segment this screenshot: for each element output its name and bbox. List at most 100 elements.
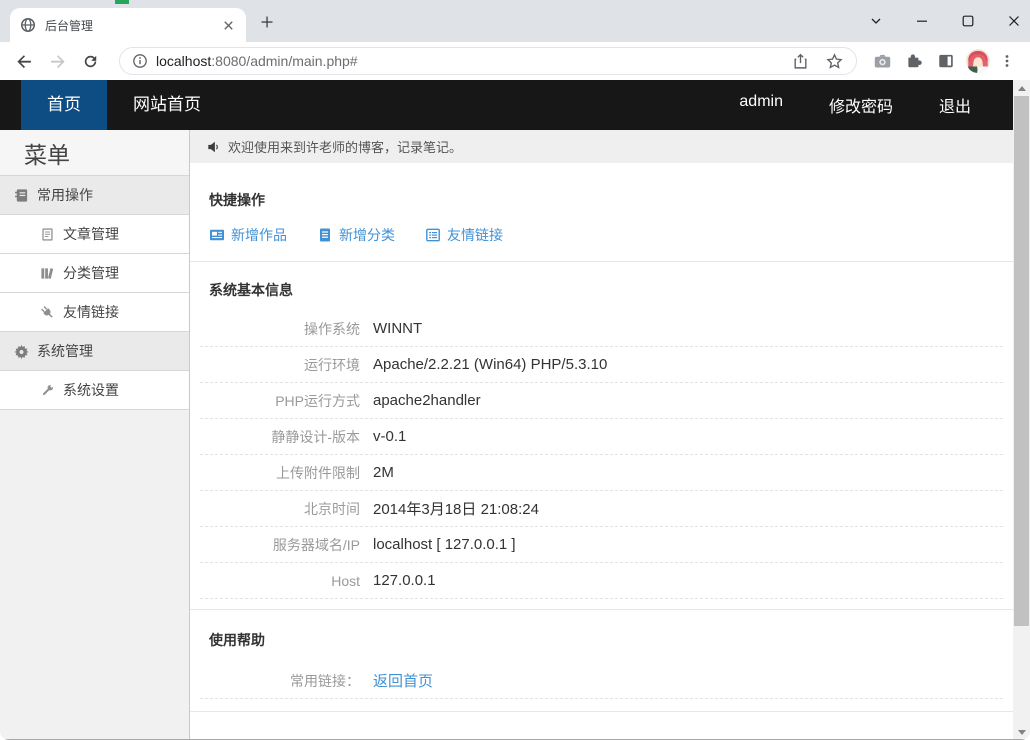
sidebar-item-label: 分类管理: [63, 263, 119, 283]
topnav-item-site-home[interactable]: 网站首页: [107, 80, 227, 130]
back-to-home-link[interactable]: 返回首页: [373, 670, 433, 691]
help-table: 常用链接： 返回首页: [190, 663, 1013, 699]
info-row-upload-limit: 上传附件限制 2M: [200, 455, 1003, 491]
wrench-icon: [40, 383, 55, 398]
maximize-icon[interactable]: [959, 12, 977, 30]
sidebar-item-friendly-links[interactable]: 友情链接: [0, 293, 189, 332]
topnav-item-home[interactable]: 首页: [21, 80, 107, 130]
info-row-os: 操作系统 WINNT: [200, 311, 1003, 347]
recording-indicator: [115, 0, 129, 4]
browser-window: 后台管理: [0, 0, 1030, 740]
sidebar-item-category-management[interactable]: 分类管理: [0, 254, 189, 293]
info-label: Host: [200, 573, 360, 589]
info-row-server-domain: 服务器域名/IP localhost [ 127.0.0.1 ]: [200, 527, 1003, 563]
tab-close-icon[interactable]: [221, 18, 236, 33]
page-viewport: 首页 网站首页 admin 修改密码 退出 菜单 常用操作: [0, 80, 1030, 740]
profile-avatar[interactable]: [966, 49, 990, 73]
gear-icon: [14, 344, 29, 359]
share-icon[interactable]: [790, 51, 810, 71]
info-label: 常用链接：: [200, 671, 360, 691]
quick-link-label: 新增作品: [231, 225, 287, 245]
section-divider: [190, 711, 1013, 712]
admin-topnav: 首页 网站首页 admin 修改密码 退出: [0, 80, 1013, 130]
form-icon: [425, 227, 441, 243]
quick-link-label: 新增分类: [339, 225, 395, 245]
forward-icon[interactable]: [45, 49, 69, 73]
info-value: localhost [ 127.0.0.1 ]: [373, 536, 516, 553]
info-row-php-mode: PHP运行方式 apache2handler: [200, 383, 1003, 419]
scrollbar-up-arrow-icon[interactable]: [1013, 80, 1030, 96]
quick-operations-title: 快捷操作: [190, 190, 1013, 210]
sidebar-item-article-management[interactable]: 文章管理: [0, 215, 189, 254]
topnav-username[interactable]: admin: [739, 93, 783, 117]
side-panel-icon[interactable]: [934, 49, 958, 73]
system-info-title: 系统基本信息: [190, 280, 1013, 300]
plug-icon: [40, 305, 55, 320]
main-content: 欢迎使用来到许老师的博客，记录笔记。 快捷操作 新增作品 新增分类: [190, 130, 1013, 740]
info-label: 操作系统: [200, 319, 360, 339]
books-icon: [40, 266, 55, 281]
scrollbar-down-arrow-icon[interactable]: [1013, 724, 1030, 740]
file-icon: [317, 227, 333, 243]
info-row-environment: 运行环境 Apache/2.2.21 (Win64) PHP/5.3.10: [200, 347, 1003, 383]
info-label: 北京时间: [200, 499, 360, 519]
bookmark-star-icon[interactable]: [824, 51, 844, 71]
camera-extension-icon[interactable]: [870, 49, 894, 73]
browser-titlebar: 后台管理: [0, 0, 1030, 42]
browser-tab[interactable]: 后台管理: [10, 8, 246, 42]
sidebar-item-label: 文章管理: [63, 224, 119, 244]
info-label: 上传附件限制: [200, 463, 360, 483]
info-value: 2014年3月18日 21:08:24: [373, 498, 539, 519]
page-scrollbar[interactable]: [1013, 80, 1030, 740]
info-row-beijing-time: 北京时间 2014年3月18日 21:08:24: [200, 491, 1003, 527]
quick-links-row: 新增作品 新增分类 友情链接: [190, 225, 1013, 245]
info-value: 2M: [373, 464, 394, 481]
sidebar-menu: 菜单 常用操作 文章管理 分类管理: [0, 130, 190, 740]
scrollbar-thumb[interactable]: [1014, 96, 1029, 626]
sidebar-item-label: 系统设置: [63, 380, 119, 400]
back-icon[interactable]: [12, 49, 36, 73]
info-label: 运行环境: [200, 355, 360, 375]
info-value: Apache/2.2.21 (Win64) PHP/5.3.10: [373, 356, 607, 373]
welcome-bar: 欢迎使用来到许老师的博客，记录笔记。: [190, 130, 1013, 163]
system-info-table: 操作系统 WINNT 运行环境 Apache/2.2.21 (Win64) PH…: [190, 311, 1013, 599]
globe-favicon-icon: [20, 17, 36, 33]
document-icon: [40, 227, 55, 242]
section-divider: [190, 261, 1013, 262]
topnav-change-password[interactable]: 修改密码: [829, 93, 893, 117]
sidebar-item-system-settings[interactable]: 系统设置: [0, 371, 189, 410]
sidebar-item-common-operations[interactable]: 常用操作: [0, 176, 189, 215]
sidebar-title: 菜单: [0, 130, 189, 176]
sidebar-item-system-management[interactable]: 系统管理: [0, 332, 189, 371]
address-bar[interactable]: localhost:8080/admin/main.php#: [119, 47, 857, 75]
tab-title: 后台管理: [45, 17, 221, 34]
info-row-host: Host 127.0.0.1: [200, 563, 1003, 599]
help-title: 使用帮助: [190, 630, 1013, 650]
sidebar-item-label: 常用操作: [37, 185, 93, 205]
info-value: apache2handler: [373, 392, 481, 409]
site-info-icon[interactable]: [132, 53, 148, 69]
browser-menu-kebab-icon[interactable]: [998, 49, 1016, 73]
refresh-icon[interactable]: [78, 49, 102, 73]
window-menu-chevron-icon[interactable]: [867, 12, 885, 30]
minimize-icon[interactable]: [913, 12, 931, 30]
section-divider: [190, 609, 1013, 610]
quick-link-add-work[interactable]: 新增作品: [209, 225, 287, 245]
sidebar-item-label: 系统管理: [37, 341, 93, 361]
info-label: PHP运行方式: [200, 391, 360, 411]
url-text: localhost:8080/admin/main.php#: [156, 53, 358, 69]
topnav-logout[interactable]: 退出: [939, 93, 971, 117]
extensions-puzzle-icon[interactable]: [902, 49, 926, 73]
quick-link-friendly-links[interactable]: 友情链接: [425, 225, 503, 245]
speaker-icon: [207, 140, 221, 154]
info-value: 127.0.0.1: [373, 572, 436, 589]
info-value: WINNT: [373, 320, 422, 337]
close-window-icon[interactable]: [1005, 12, 1023, 30]
browser-toolbar: localhost:8080/admin/main.php#: [0, 42, 1030, 80]
quick-link-add-category[interactable]: 新增分类: [317, 225, 395, 245]
info-row-version: 静静设计-版本 v-0.1: [200, 419, 1003, 455]
info-value: v-0.1: [373, 428, 406, 445]
new-tab-icon[interactable]: [258, 13, 275, 30]
welcome-text: 欢迎使用来到许老师的博客，记录笔记。: [228, 137, 462, 156]
info-label: 服务器域名/IP: [200, 535, 360, 555]
